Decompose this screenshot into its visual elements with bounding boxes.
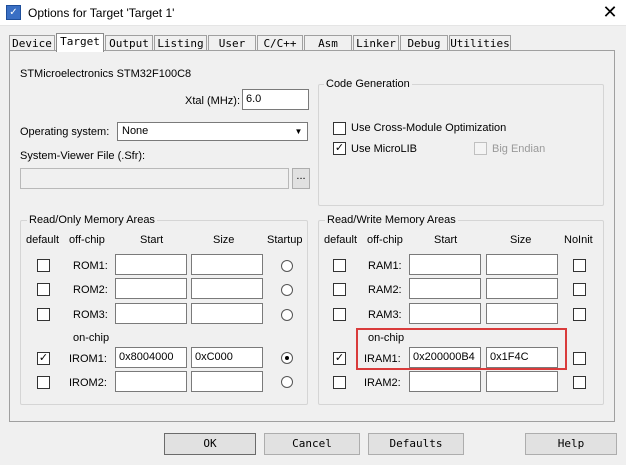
tab-target[interactable]: Target	[56, 33, 104, 52]
ram3-default-checkbox[interactable]	[333, 308, 346, 321]
ram2-default-checkbox[interactable]	[333, 283, 346, 296]
rom3-start-input[interactable]	[115, 303, 187, 324]
os-label: Operating system:	[20, 126, 110, 138]
ram-header-offchip: off-chip	[367, 234, 403, 246]
rom-onchip-label: on-chip	[73, 332, 110, 344]
irom2-start-input[interactable]	[115, 371, 187, 392]
irom2-label: IROM2:	[69, 377, 107, 389]
rom1-size-input[interactable]	[191, 254, 263, 275]
ram2-noinit-checkbox[interactable]	[573, 283, 586, 296]
xtal-input[interactable]: 6.0	[242, 89, 309, 110]
irom1-default-checkbox[interactable]: ✓	[37, 352, 50, 365]
title-bar: ✓ Options for Target 'Target 1' ✕	[0, 0, 626, 26]
rom2-startup-radio[interactable]	[281, 284, 293, 296]
rom1-label: ROM1:	[73, 260, 108, 272]
rom-header-start: Start	[140, 234, 164, 246]
rom-header-default: default	[26, 234, 60, 246]
ram1-default-checkbox[interactable]	[333, 259, 346, 272]
code-generation-title: Code Generation	[324, 78, 412, 90]
rom3-size-input[interactable]	[191, 303, 263, 324]
rom3-default-checkbox[interactable]	[37, 308, 50, 321]
checkmark-icon: ✓	[38, 352, 49, 364]
microlib-checkbox[interactable]: ✓	[333, 142, 346, 155]
iram2-noinit-checkbox[interactable]	[573, 376, 586, 389]
rom2-size-input[interactable]	[191, 278, 263, 299]
ram-header-size: Size	[510, 234, 532, 246]
iram2-size-input[interactable]	[486, 371, 558, 392]
ram-header-start: Start	[434, 234, 458, 246]
close-icon[interactable]: ✕	[598, 1, 622, 23]
iram2-label: IRAM2:	[364, 377, 401, 389]
device-name: STMicroelectronics STM32F100C8	[20, 68, 192, 80]
iram1-default-checkbox[interactable]: ✓	[333, 352, 346, 365]
rom-header-offchip: off-chip	[69, 234, 105, 246]
rom3-label: ROM3:	[73, 309, 108, 321]
ram2-start-input[interactable]	[409, 278, 481, 299]
rom-header-startup: Startup	[267, 234, 303, 246]
help-button[interactable]: Help	[525, 433, 617, 455]
ram-group-title: Read/Write Memory Areas	[325, 214, 458, 226]
big-endian-label: Big Endian	[492, 143, 546, 155]
rom3-startup-radio[interactable]	[281, 309, 293, 321]
ram3-start-input[interactable]	[409, 303, 481, 324]
rom1-startup-radio[interactable]	[281, 260, 293, 272]
defaults-button[interactable]: Defaults	[368, 433, 464, 455]
iram2-default-checkbox[interactable]	[333, 376, 346, 389]
cross-module-label: Use Cross-Module Optimization	[351, 122, 507, 134]
ram3-noinit-checkbox[interactable]	[573, 308, 586, 321]
big-endian-checkbox[interactable]	[474, 142, 487, 155]
ram1-size-input[interactable]	[486, 254, 558, 275]
os-select[interactable]: None ▼	[117, 122, 308, 141]
ram3-label: RAM3:	[368, 309, 402, 321]
irom1-label: IROM1:	[69, 353, 107, 365]
irom2-default-checkbox[interactable]	[37, 376, 50, 389]
window-title: Options for Target 'Target 1'	[28, 6, 175, 20]
iram2-start-input[interactable]	[409, 371, 481, 392]
cancel-button[interactable]: Cancel	[264, 433, 360, 455]
irom2-size-input[interactable]	[191, 371, 263, 392]
ok-button[interactable]: OK	[164, 433, 256, 455]
irom1-size-input[interactable]: 0xC000	[191, 347, 263, 368]
xtal-label: Xtal (MHz):	[185, 95, 240, 107]
sysviewer-browse-button[interactable]: ...	[292, 168, 310, 189]
microlib-label: Use MicroLIB	[351, 143, 418, 155]
rom2-start-input[interactable]	[115, 278, 187, 299]
annotation-highlight-box	[356, 328, 567, 370]
ram2-label: RAM2:	[368, 284, 402, 296]
rom2-label: ROM2:	[73, 284, 108, 296]
tab-strip: Device Target Output Listing User C/C++ …	[0, 33, 626, 52]
app-icon: ✓	[6, 5, 21, 20]
checkmark-icon: ✓	[334, 352, 345, 364]
ram1-noinit-checkbox[interactable]	[573, 259, 586, 272]
rom-header-size: Size	[213, 234, 235, 246]
ram3-size-input[interactable]	[486, 303, 558, 324]
rom1-start-input[interactable]	[115, 254, 187, 275]
cross-module-checkbox[interactable]	[333, 122, 346, 135]
ram-header-default: default	[324, 234, 358, 246]
checkmark-icon: ✓	[334, 142, 345, 154]
rom2-default-checkbox[interactable]	[37, 283, 50, 296]
sysviewer-input[interactable]	[20, 168, 289, 189]
os-select-value: None	[122, 125, 149, 137]
ram2-size-input[interactable]	[486, 278, 558, 299]
sysviewer-label: System-Viewer File (.Sfr):	[20, 150, 146, 162]
rom-group-title: Read/Only Memory Areas	[27, 214, 157, 226]
chevron-down-icon[interactable]: ▼	[291, 124, 306, 139]
irom2-startup-radio[interactable]	[281, 376, 293, 388]
irom1-startup-radio[interactable]	[281, 352, 293, 364]
ram-header-noinit: NoInit	[564, 234, 593, 246]
rom1-default-checkbox[interactable]	[37, 259, 50, 272]
irom1-start-input[interactable]: 0x8004000	[115, 347, 187, 368]
ram1-label: RAM1:	[368, 260, 402, 272]
iram1-noinit-checkbox[interactable]	[573, 352, 586, 365]
ram1-start-input[interactable]	[409, 254, 481, 275]
